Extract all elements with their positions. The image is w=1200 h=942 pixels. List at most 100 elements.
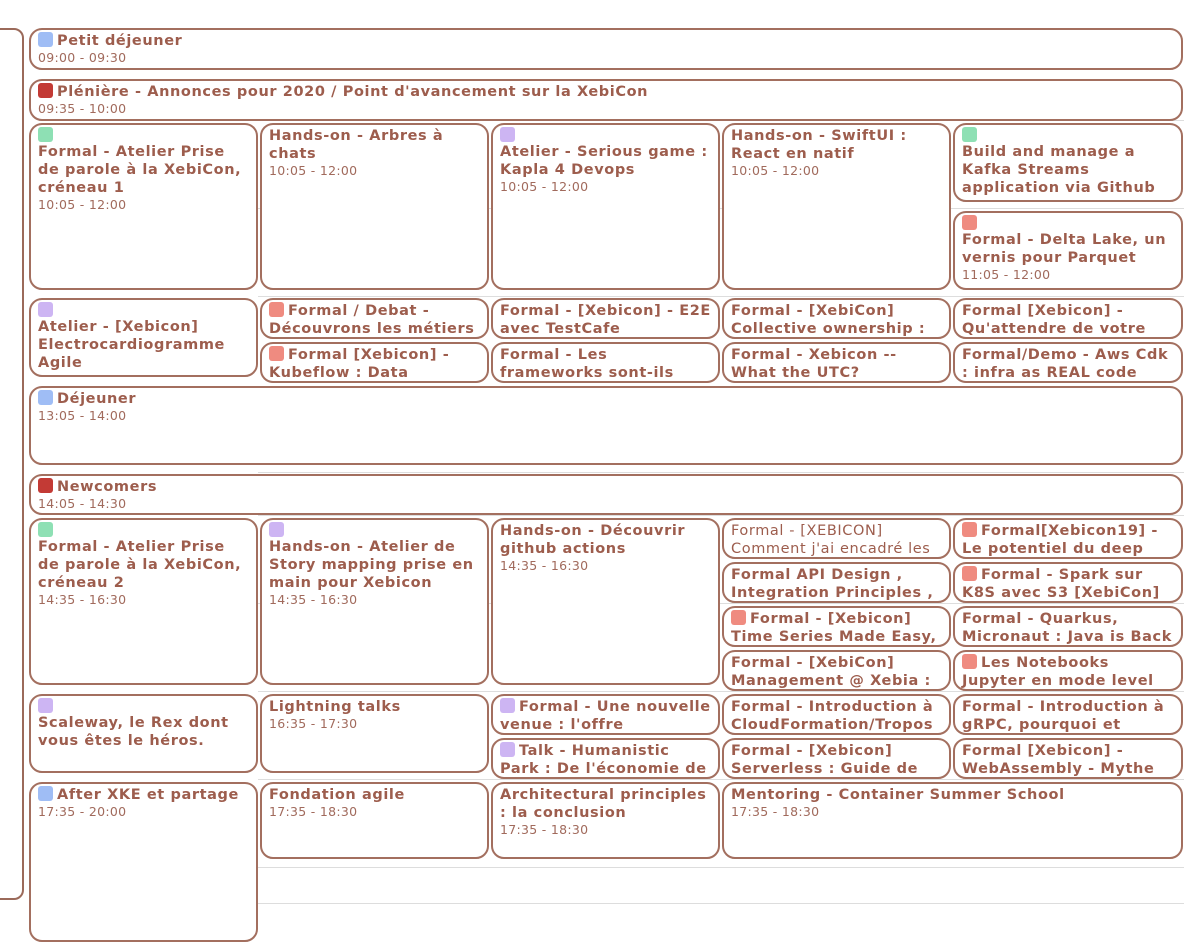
event-title: Formal[Xebicon19] - Le potentiel du deep bbox=[962, 522, 1159, 557]
event-title: Build and manage a Kafka Streams applica… bbox=[962, 144, 1156, 196]
calendar-event[interactable]: Formal[Xebicon19] - Le potentiel du deep bbox=[953, 518, 1183, 559]
calendar-event[interactable]: Formal / Debat - Découvrons les métiers bbox=[260, 298, 489, 339]
event-time: 14:35 - 16:30 bbox=[269, 592, 358, 607]
event-title: Formal/Demo - Aws Cdk : infra as REAL co… bbox=[962, 347, 1169, 381]
calendar-event[interactable]: Formal - [XebiCon] Management @ Xebia : bbox=[722, 650, 951, 691]
event-time: 14:35 - 16:30 bbox=[500, 558, 589, 573]
event-time: 16:35 - 17:30 bbox=[269, 716, 358, 731]
event-title: Formal - Les frameworks sont-ils bbox=[500, 347, 674, 381]
event-title: Formal - Introduction à CloudFormation/T… bbox=[731, 699, 934, 733]
calendar-event[interactable]: Formal - Delta Lake, un vernis pour Parq… bbox=[953, 211, 1183, 290]
category-color-swatch bbox=[731, 610, 746, 625]
calendar-event[interactable]: Formal - [XEBICON] Comment j'ai encadré … bbox=[722, 518, 951, 559]
event-title: Architectural principles : la conclusion bbox=[500, 787, 707, 821]
calendar-event[interactable]: Formal - Introduction à gRPC, pourquoi e… bbox=[953, 694, 1183, 735]
event-title: Formal - Atelier Prise de parole à la Xe… bbox=[38, 539, 242, 591]
calendar-event[interactable]: Hands-on - Arbres à chats 10:05 - 12:00 bbox=[260, 123, 489, 290]
calendar-event[interactable]: Formal - [Xebicon] - E2E avec TestCafe bbox=[491, 298, 720, 339]
grid-line bbox=[258, 472, 1184, 473]
category-color-swatch bbox=[38, 302, 53, 317]
calendar-event[interactable]: Formal - Les frameworks sont-ils bbox=[491, 342, 720, 383]
category-color-swatch bbox=[38, 83, 53, 98]
calendar-event[interactable]: Plénière - Annonces pour 2020 / Point d'… bbox=[29, 79, 1183, 121]
event-title: Formal - Spark sur K8S avec S3 [XebiCon] bbox=[962, 566, 1160, 601]
event-title: After XKE et partage bbox=[38, 786, 250, 804]
event-title: Hands-on - Arbres à chats bbox=[269, 128, 444, 162]
calendar-event[interactable]: Talk - Humanistic Park : De l'économie d… bbox=[491, 738, 720, 779]
category-color-swatch bbox=[269, 346, 284, 361]
category-color-swatch bbox=[962, 654, 977, 669]
event-time: 13:05 - 14:00 bbox=[38, 408, 127, 423]
event-time: 11:05 - 12:00 bbox=[962, 267, 1051, 282]
calendar-event[interactable]: Hands-on - Atelier de Story mapping pris… bbox=[260, 518, 489, 685]
event-title: Formal - [XebiCon] Management @ Xebia : bbox=[731, 655, 931, 689]
event-title: Formal - Delta Lake, un vernis pour Parq… bbox=[962, 232, 1167, 266]
event-title: Formal - Quarkus, Micronaut : Java is Ba… bbox=[962, 611, 1172, 645]
calendar-event[interactable]: Atelier - [Xebicon] Electrocardiogramme … bbox=[29, 298, 258, 377]
calendar-event[interactable]: Hands-on - SwiftUI : React en natif 10:0… bbox=[722, 123, 951, 290]
calendar-left-rail bbox=[0, 28, 24, 900]
category-color-swatch bbox=[500, 742, 515, 757]
calendar-event[interactable]: Formal - Quarkus, Micronaut : Java is Ba… bbox=[953, 606, 1183, 647]
calendar-event[interactable]: Formal - [Xebicon] Serverless : Guide de bbox=[722, 738, 951, 779]
event-time: 09:00 - 09:30 bbox=[38, 50, 127, 65]
grid-line bbox=[258, 867, 1184, 868]
calendar-event[interactable]: Formal - Introduction à CloudFormation/T… bbox=[722, 694, 951, 735]
calendar-event[interactable]: Formal - [Xebicon] Time Series Made Easy… bbox=[722, 606, 951, 647]
event-time: 10:05 - 12:00 bbox=[500, 179, 589, 194]
event-title: Formal [Xebicon] - WebAssembly - Mythe bbox=[962, 743, 1155, 777]
event-title: Formal - [Xebicon] - E2E avec TestCafe bbox=[500, 303, 711, 337]
calendar-event[interactable]: Formal [Xebicon] - Kubeflow : Data bbox=[260, 342, 489, 383]
event-time: 10:05 - 12:00 bbox=[38, 197, 127, 212]
calendar-event[interactable]: Build and manage a Kafka Streams applica… bbox=[953, 123, 1183, 202]
event-time: 14:05 - 14:30 bbox=[38, 496, 127, 511]
event-title: Hands-on - Découvrir github actions bbox=[500, 523, 686, 557]
calendar-event[interactable]: Déjeuner 13:05 - 14:00 bbox=[29, 386, 1183, 465]
category-color-swatch bbox=[500, 127, 515, 142]
event-title: Lightning talks bbox=[269, 699, 401, 715]
grid-line bbox=[258, 691, 1184, 692]
grid-line bbox=[258, 296, 1184, 297]
calendar-event[interactable]: Formal API Design , Integration Principl… bbox=[722, 562, 951, 603]
grid-line bbox=[258, 515, 1184, 516]
event-time: 10:05 - 12:00 bbox=[731, 163, 820, 178]
event-title: Plénière - Annonces pour 2020 / Point d'… bbox=[38, 83, 1175, 101]
category-color-swatch bbox=[962, 522, 977, 537]
calendar-event[interactable]: Formal - Atelier Prise de parole à la Xe… bbox=[29, 518, 258, 685]
category-color-swatch bbox=[38, 390, 53, 405]
calendar-event[interactable]: After XKE et partage 17:35 - 20:00 bbox=[29, 782, 258, 942]
calendar-event[interactable]: Hands-on - Découvrir github actions 14:3… bbox=[491, 518, 720, 685]
calendar-event[interactable]: Formal [Xebicon] - Qu'attendre de votre bbox=[953, 298, 1183, 339]
event-title: Mentoring - Container Summer School bbox=[731, 787, 1065, 803]
event-time: 17:35 - 18:30 bbox=[731, 804, 820, 819]
event-title: Newcomers bbox=[38, 478, 1175, 496]
event-title: Formal - Xebicon -- What the UTC? bbox=[731, 347, 897, 381]
calendar-event[interactable]: Mentoring - Container Summer School 17:3… bbox=[722, 782, 1183, 859]
calendar-event[interactable]: Formal - Spark sur K8S avec S3 [XebiCon] bbox=[953, 562, 1183, 603]
event-title: Formal - Introduction à gRPC, pourquoi e… bbox=[962, 699, 1165, 733]
calendar-event[interactable]: Fondation agile 17:35 - 18:30 bbox=[260, 782, 489, 859]
category-color-swatch bbox=[500, 698, 515, 713]
calendar-event[interactable]: Formal/Demo - Aws Cdk : infra as REAL co… bbox=[953, 342, 1183, 383]
event-time: 17:35 - 20:00 bbox=[38, 804, 127, 819]
category-color-swatch bbox=[38, 786, 53, 801]
calendar-event[interactable]: Formal - Atelier Prise de parole à la Xe… bbox=[29, 123, 258, 290]
event-title: Formal - [Xebicon] Time Series Made Easy… bbox=[731, 610, 937, 645]
calendar-event[interactable]: Scaleway, le Rex dont vous êtes le héros… bbox=[29, 694, 258, 773]
calendar-event[interactable]: Atelier - Serious game : Kapla 4 Devops … bbox=[491, 123, 720, 290]
event-title: Les Notebooks Jupyter en mode level bbox=[962, 654, 1154, 689]
event-title: Hands-on - Atelier de Story mapping pris… bbox=[269, 539, 474, 591]
grid-line bbox=[258, 903, 1184, 904]
event-title: Scaleway, le Rex dont vous êtes le héros… bbox=[38, 715, 229, 749]
calendar-event[interactable]: Formal - Xebicon -- What the UTC? bbox=[722, 342, 951, 383]
event-title: Formal [Xebicon] - Qu'attendre de votre bbox=[962, 303, 1146, 337]
calendar-event[interactable]: Lightning talks 16:35 - 17:30 bbox=[260, 694, 489, 773]
calendar-event[interactable]: Les Notebooks Jupyter en mode level bbox=[953, 650, 1183, 691]
calendar-event[interactable]: Formal - [XebiCon] Collective ownership … bbox=[722, 298, 951, 339]
calendar-event[interactable]: Newcomers 14:05 - 14:30 bbox=[29, 474, 1183, 515]
calendar-event[interactable]: Architectural principles : la conclusion… bbox=[491, 782, 720, 859]
event-time: 10:05 - 12:00 bbox=[269, 163, 358, 178]
calendar-event[interactable]: Petit déjeuner 09:00 - 09:30 bbox=[29, 28, 1183, 70]
calendar-event[interactable]: Formal [Xebicon] - WebAssembly - Mythe bbox=[953, 738, 1183, 779]
calendar-event[interactable]: Formal - Une nouvelle venue : l'offre bbox=[491, 694, 720, 735]
